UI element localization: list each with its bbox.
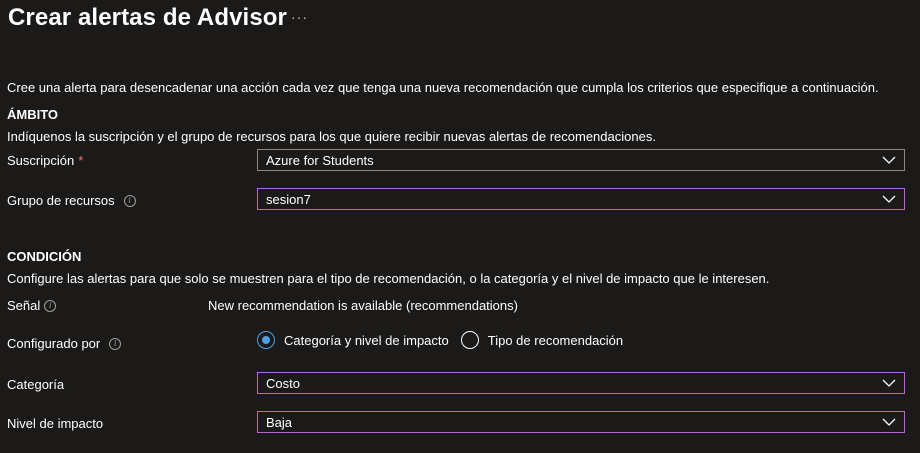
configured-by-label-text: Configurado por	[7, 336, 101, 351]
subscription-value: Azure for Students	[266, 152, 374, 168]
resource-group-dropdown[interactable]: sesion7	[257, 188, 905, 210]
subscription-dropdown[interactable]: Azure for Students	[257, 149, 905, 171]
signal-label: Señal i	[7, 298, 57, 313]
page-title: Crear alertas de Advisor	[8, 4, 287, 31]
intro-text: Cree una alerta para desencadenar una ac…	[7, 80, 879, 95]
chevron-down-icon	[882, 379, 896, 387]
category-value: Costo	[266, 375, 300, 391]
chevron-down-icon	[882, 418, 896, 426]
info-icon[interactable]: i	[123, 194, 136, 207]
info-icon[interactable]: i	[109, 337, 122, 350]
condition-heading: CONDICIÓN	[7, 249, 82, 264]
category-dropdown[interactable]: Costo	[257, 372, 905, 394]
subscription-label-text: Suscripción	[7, 153, 75, 168]
resource-group-label-text: Grupo de recursos	[7, 193, 115, 208]
configured-by-radio-group: Categoría y nivel de impacto Tipo de rec…	[257, 331, 623, 349]
more-options-button[interactable]: ···	[291, 9, 308, 25]
radio-recommendation-type[interactable]	[460, 331, 479, 349]
impact-level-dropdown[interactable]: Baja	[257, 411, 905, 433]
signal-label-text: Señal	[7, 298, 41, 313]
signal-value: New recommendation is available (recomme…	[208, 298, 518, 313]
configured-by-label: Configurado por i	[7, 336, 122, 351]
chevron-down-icon	[882, 195, 896, 203]
radio-recommendation-type-label[interactable]: Tipo de recomendación	[488, 333, 623, 348]
category-label: Categoría	[7, 377, 65, 392]
condition-description: Configure las alertas para que solo se m…	[7, 271, 770, 286]
required-marker: *	[78, 153, 84, 168]
info-icon[interactable]: i	[44, 299, 57, 312]
radio-category-impact-label[interactable]: Categoría y nivel de impacto	[284, 333, 449, 348]
resource-group-label: Grupo de recursos i	[7, 193, 136, 208]
subscription-label: Suscripción *	[7, 153, 83, 168]
scope-description: Indíquenos la suscripción y el grupo de …	[7, 129, 656, 144]
resource-group-value: sesion7	[266, 191, 311, 207]
impact-level-label: Nivel de impacto	[7, 416, 104, 431]
scope-heading: ÁMBITO	[7, 107, 59, 122]
impact-level-value: Baja	[266, 414, 293, 430]
chevron-down-icon	[882, 156, 896, 164]
radio-category-impact[interactable]	[257, 331, 275, 349]
radio-selected-dot	[262, 336, 270, 344]
